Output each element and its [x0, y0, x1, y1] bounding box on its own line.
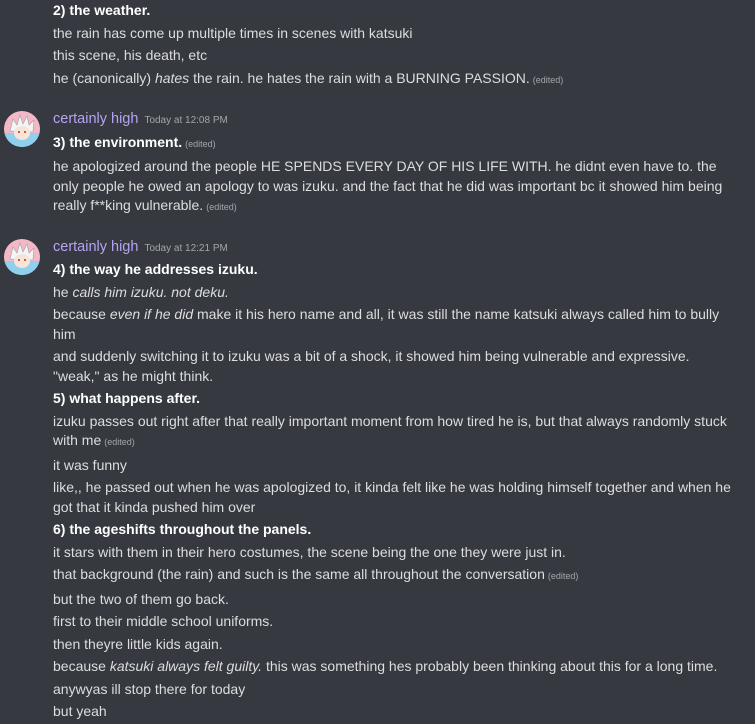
message-line: he apologized around the people HE SPEND… — [53, 156, 737, 220]
text-span: this was something hes probably been thi… — [262, 658, 718, 674]
text-span: the rain. he hates the rain with a BURNI… — [189, 69, 530, 86]
bold-text: 4) the way he addresses izuku. — [53, 261, 258, 277]
message-line: that background (the rain) and such is t… — [53, 564, 737, 589]
message-line: but the two of them go back. — [53, 589, 737, 612]
italic-text: katsuki always felt guilty. — [109, 658, 263, 674]
message-header: certainly high Today at 12:08 PM — [53, 108, 737, 132]
text-span: then theyre little kids again. — [53, 635, 223, 652]
message-line: izuku passes out right after that really… — [53, 411, 737, 455]
username[interactable]: certainly high — [53, 239, 138, 255]
text-span: but the two of them go back. — [53, 590, 229, 607]
message-continuation: 2) the weather. the rain has come up mult… — [0, 0, 755, 92]
message-line: because katsuki always felt guilty. this… — [53, 656, 737, 679]
bold-text: 2) the weather. — [53, 2, 151, 18]
avatar[interactable] — [4, 238, 40, 275]
message-line: like,, he passed out when he was apologi… — [53, 477, 737, 519]
message-line: this scene, his death, etc — [53, 45, 737, 68]
edited-tag: (edited) — [104, 437, 135, 447]
timestamp: Today at 12:08 PM — [144, 115, 228, 126]
text-span: and suddenly switching it to izuku was a… — [53, 348, 690, 384]
text-span: izuku passes out right after that really… — [53, 412, 727, 449]
bold-text: 6) the ageshifts throughout the panels. — [53, 521, 312, 537]
text-span: but yeah — [53, 703, 107, 719]
message-line: first to their middle school uniforms. — [53, 611, 737, 634]
message-line: and suddenly switching it to izuku was a… — [53, 346, 737, 388]
message-header: certainly high Today at 12:21 PM — [53, 236, 737, 260]
message-line: because even if he did make it his hero … — [53, 304, 737, 346]
message-group: certainly high Today at 12:08 PM 3) the en… — [0, 108, 755, 220]
timestamp: Today at 12:21 PM — [144, 242, 228, 254]
text-span: it was funny — [53, 456, 127, 473]
text-span: first to their middle school uniforms. — [53, 613, 274, 629]
edited-tag: (edited) — [206, 202, 237, 212]
text-span: because — [53, 306, 110, 322]
message-line: 4) the way he addresses izuku. — [53, 259, 737, 282]
chat-messages: 2) the weather. the rain has come up mult… — [0, 0, 755, 724]
message-line: 5) what happens after. — [53, 388, 737, 411]
text-span: it stars with them in their hero costume… — [53, 543, 566, 560]
message-line: he calls him izuku. not deku. — [53, 282, 737, 305]
text-span: that background (the rain) and such is t… — [53, 566, 545, 582]
message-line: 3) the environment. (edited) — [53, 132, 737, 157]
message-line: 2) the weather. — [53, 0, 737, 23]
edited-tag: (edited) — [532, 74, 564, 85]
message-line: but yeah — [53, 701, 737, 724]
bold-text: 5) what happens after. — [53, 390, 201, 406]
message-line: it was funny — [53, 455, 737, 478]
edited-tag: (edited) — [547, 571, 579, 581]
italic-text: even if he did — [109, 306, 194, 322]
message-line: then theyre little kids again. — [53, 634, 737, 657]
text-span: the rain has come up multiple times in s… — [53, 24, 413, 41]
message-line: the rain has come up multiple times in s… — [53, 23, 737, 46]
username[interactable]: certainly high — [53, 111, 138, 127]
italic-text: calls him izuku. not deku. — [72, 283, 229, 300]
italic-text: hates — [154, 69, 190, 86]
text-span: anywyas ill stop there for today — [53, 680, 246, 697]
bold-text: 3) the environment. — [53, 133, 183, 150]
message-group: certainly high Today at 12:21 PM 4) the wa… — [0, 236, 755, 724]
text-span: he — [53, 283, 73, 300]
text-span: this scene, his death, etc — [53, 47, 208, 63]
message-line: 6) the ageshifts throughout the panels. — [53, 519, 737, 542]
text-span: like,, he passed out when he was apologi… — [53, 479, 731, 515]
edited-tag: (edited) — [185, 138, 216, 149]
message-line: he (canonically) hates the rain. he hate… — [53, 68, 737, 93]
avatar[interactable] — [4, 111, 40, 147]
text-span: he (canonically) — [53, 69, 155, 86]
message-line: it stars with them in their hero costume… — [53, 542, 737, 565]
text-span: he apologized around the people HE SPEND… — [53, 158, 723, 213]
text-span: because — [53, 658, 110, 674]
